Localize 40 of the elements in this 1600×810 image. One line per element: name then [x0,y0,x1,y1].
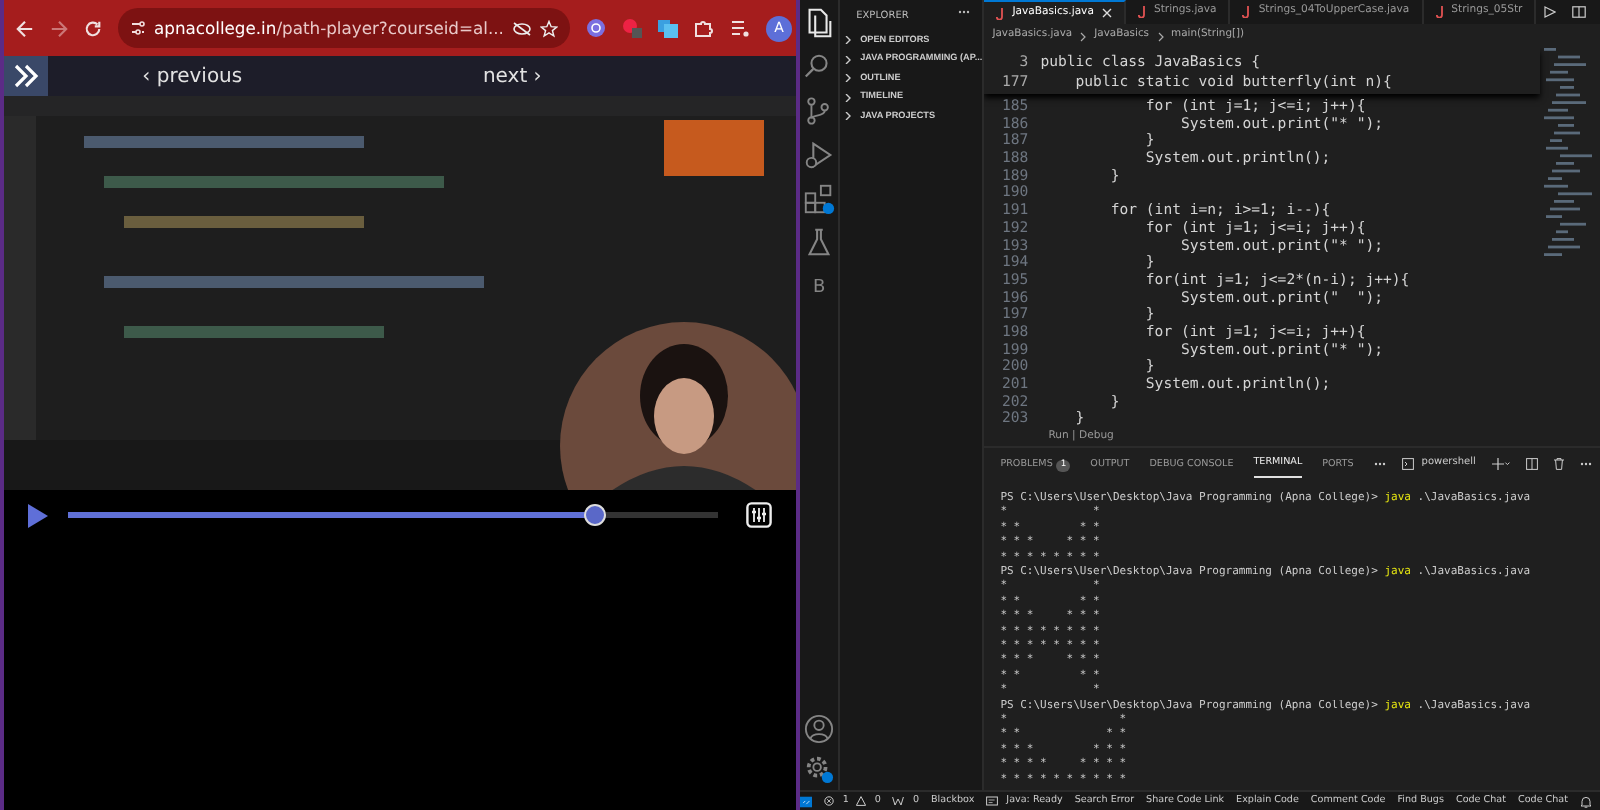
sidebar-toggle-button[interactable] [4,56,48,96]
java-status-icon [986,796,999,806]
extension-icon[interactable] [585,18,606,38]
terminal-icon [1401,458,1414,470]
reload-icon[interactable] [84,19,102,37]
eye-slash-icon[interactable] [511,21,532,35]
chevron-icon [1157,31,1164,41]
media-list-icon[interactable] [729,18,750,38]
chevron-icon [1080,31,1087,41]
java-file-icon [996,7,1005,19]
star-icon[interactable] [539,19,558,37]
remote-icon[interactable] [800,791,813,810]
progress-thumb[interactable] [584,504,607,526]
add-icon[interactable] [1491,458,1510,470]
extension-icon[interactable] [657,18,678,38]
activity-item[interactable]: B [812,270,826,306]
puzzle-icon[interactable] [693,18,714,38]
trash-icon[interactable] [1553,458,1564,470]
split-icon[interactable] [1525,458,1538,470]
address-bar[interactable]: apnacollege.in/path-player?courseid=al... [118,8,570,48]
warning-icon [856,796,867,806]
run-icon[interactable] [802,138,837,172]
play-icon[interactable] [28,503,48,527]
back-icon[interactable] [16,19,34,37]
bell-icon[interactable] [1580,795,1592,807]
site-settings-icon[interactable] [130,20,146,36]
java-file-icon [1137,6,1146,18]
close-icon[interactable] [1101,8,1112,18]
url-text: apnacollege.in/path-player?courseid=al... [154,15,504,41]
antenna-icon [892,796,905,806]
run-icon[interactable] [1544,6,1557,18]
java-file-icon [1242,6,1251,18]
error-icon [824,796,835,806]
split-editor-icon[interactable] [1572,6,1587,18]
extensions-icon[interactable] [802,182,837,216]
settings-icon[interactable] [746,502,772,528]
next-link[interactable]: next › [482,61,542,91]
account-icon[interactable] [804,714,835,744]
java-file-icon [1435,6,1444,18]
previous-link[interactable]: ‹ previous [142,61,243,91]
